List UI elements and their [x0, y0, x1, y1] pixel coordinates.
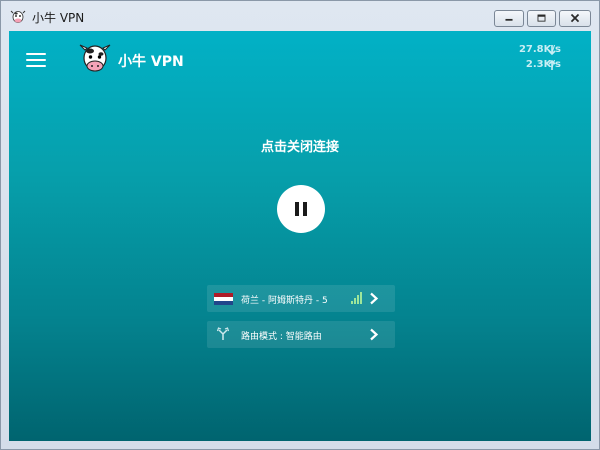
close-icon	[570, 13, 580, 23]
fork-route-icon	[217, 327, 229, 340]
maximize-button[interactable]	[527, 10, 556, 27]
arrow-down-icon	[548, 45, 556, 56]
menu-line-icon	[26, 59, 46, 61]
chevron-right-icon	[370, 328, 379, 341]
app-window: 小牛 VPN 小牛 VPN 27.8K/s 2.3K/s 点击关闭连接 荷兰 -…	[0, 0, 600, 450]
pause-icon	[295, 202, 299, 216]
title-bar[interactable]: 小牛 VPN	[1, 1, 599, 31]
maximize-icon	[537, 14, 546, 22]
minimize-button[interactable]	[494, 10, 524, 27]
close-button[interactable]	[559, 10, 591, 27]
server-label: 荷兰 - 阿姆斯特丹 - 5	[241, 296, 328, 306]
pause-icon	[303, 202, 307, 216]
signal-strength-icon	[351, 292, 362, 304]
disconnect-button[interactable]	[277, 185, 325, 233]
server-select-row[interactable]: 荷兰 - 阿姆斯特丹 - 5	[207, 285, 395, 312]
hamburger-menu-button[interactable]	[26, 50, 48, 68]
arrow-up-icon	[548, 59, 556, 70]
cow-logo-icon	[10, 10, 26, 23]
main-panel: 小牛 VPN 27.8K/s 2.3K/s 点击关闭连接 荷兰 - 阿姆斯特丹 …	[9, 31, 591, 441]
netherlands-flag-icon	[214, 293, 233, 305]
menu-line-icon	[26, 65, 46, 67]
routing-mode-row[interactable]: 路由模式 : 智能路由	[207, 321, 395, 348]
connection-status-text: 点击关闭连接	[260, 140, 339, 155]
minimize-icon	[505, 18, 513, 21]
window-title: 小牛 VPN	[32, 11, 85, 25]
cow-logo-icon	[79, 44, 111, 72]
chevron-right-icon	[370, 292, 379, 305]
routing-mode-label: 路由模式 : 智能路由	[241, 332, 322, 342]
menu-line-icon	[26, 53, 46, 55]
app-name: 小牛 VPN	[118, 54, 184, 70]
